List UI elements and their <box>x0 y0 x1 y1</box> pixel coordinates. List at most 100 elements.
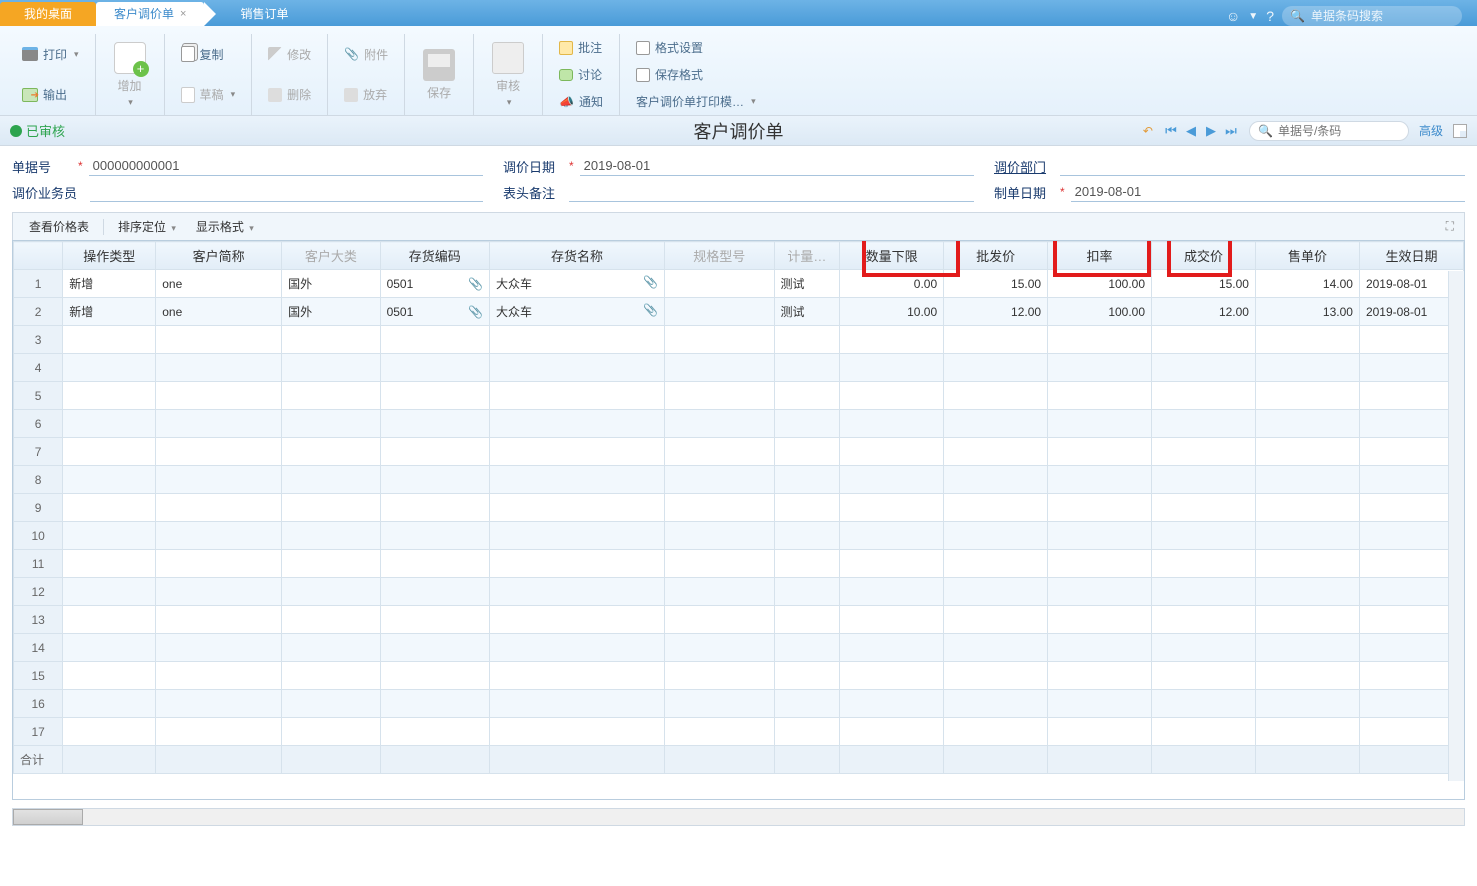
title-bar: 已审核 客户调价单 ↶ ⏮ ◀ ▶ ⏭ 🔍 高级 <box>0 116 1477 146</box>
table-row[interactable]: 9 <box>14 494 1464 522</box>
scrollbar-thumb[interactable] <box>13 809 83 825</box>
export-icon: ➔ <box>22 88 38 102</box>
notify-button[interactable]: 📣通知 <box>553 90 609 113</box>
col-dealprice[interactable]: 成交价 <box>1152 242 1256 270</box>
col-unit[interactable]: 计量… <box>774 242 840 270</box>
undo-icon[interactable]: ↶ <box>1143 124 1153 138</box>
advanced-link[interactable]: 高级 <box>1419 122 1443 139</box>
grid-icon[interactable] <box>1453 124 1467 138</box>
save-format-button[interactable]: 保存格式 <box>630 63 762 86</box>
col-stockcode[interactable]: 存货编码 <box>380 242 489 270</box>
col-rownum[interactable] <box>14 242 63 270</box>
nav-next-icon[interactable]: ▶ <box>1203 123 1219 139</box>
attachment-button[interactable]: 📎附件 <box>338 43 394 66</box>
col-wholesale[interactable]: 批发价 <box>944 242 1048 270</box>
table-row[interactable]: 6 <box>14 410 1464 438</box>
barcode-search[interactable]: 🔍 <box>1282 6 1462 26</box>
batch-note-button[interactable]: 批注 <box>553 36 609 59</box>
chevron-down-icon: ▾ <box>74 49 79 60</box>
col-custclass[interactable]: 客户大类 <box>282 242 380 270</box>
paperclip-icon[interactable]: 📎 <box>643 275 658 289</box>
table-row[interactable]: 10 <box>14 522 1464 550</box>
search-icon: 🔍 <box>1290 9 1305 23</box>
bill-search-input[interactable] <box>1278 124 1400 138</box>
tab-desktop[interactable]: 我的桌面 <box>0 2 96 26</box>
copy-button[interactable]: 复制 <box>175 43 242 66</box>
table-row[interactable]: 2新增one国外0501📎大众车📎测试10.0012.00100.0012.00… <box>14 298 1464 326</box>
tab-label: 客户调价单 <box>114 2 174 26</box>
help-icon[interactable]: ? <box>1266 8 1274 24</box>
discuss-button[interactable]: 讨论 <box>553 63 609 86</box>
table-row[interactable]: 12 <box>14 578 1464 606</box>
delete-button[interactable]: 删除 <box>262 83 317 106</box>
nav-first-icon[interactable]: ⏮ <box>1163 123 1179 139</box>
format-settings-button[interactable]: 格式设置 <box>630 36 762 59</box>
add-button[interactable]: + 增加 ▾ <box>106 40 154 110</box>
field-make-date: 制单日期* <box>994 182 1465 202</box>
abandon-button[interactable]: 放弃 <box>338 83 394 106</box>
paperclip-icon[interactable]: 📎 <box>468 277 483 291</box>
table-row[interactable]: 5 <box>14 382 1464 410</box>
table-row[interactable]: 17 <box>14 718 1464 746</box>
table-row[interactable]: 4 <box>14 354 1464 382</box>
export-button[interactable]: ➔输出 <box>16 83 85 106</box>
billno-input[interactable] <box>89 156 483 176</box>
data-table: 操作类型 客户简称 客户大类 存货编码 存货名称 规格型号 计量… 数量下限 批… <box>13 241 1464 774</box>
chevron-down-icon: ▾ <box>507 97 512 108</box>
audit-button[interactable]: 审核 ▾ <box>484 40 532 110</box>
field-header-note: 表头备注 <box>503 182 974 202</box>
modify-button[interactable]: 修改 <box>262 43 317 66</box>
display-format-button[interactable]: 显示格式 ▾ <box>190 218 260 235</box>
table-row[interactable]: 8 <box>14 466 1464 494</box>
col-retail[interactable]: 售单价 <box>1255 242 1359 270</box>
dept-link[interactable]: 调价部门 <box>994 157 1054 176</box>
chevron-down-icon[interactable]: ▼ <box>1248 11 1258 22</box>
check-circle-icon <box>10 125 22 137</box>
save-format-icon <box>636 68 650 82</box>
col-stockname[interactable]: 存货名称 <box>490 242 665 270</box>
delete-icon <box>268 88 282 102</box>
expand-icon[interactable]: ⛶ <box>1446 219 1454 234</box>
close-icon[interactable]: × <box>180 2 186 26</box>
table-row[interactable]: 11 <box>14 550 1464 578</box>
salesman-input[interactable] <box>90 182 483 202</box>
print-template-button[interactable]: 客户调价单打印模…▾ <box>630 90 762 113</box>
add-icon: + <box>114 42 146 74</box>
table-sub-toolbar: 查看价格表 排序定位 ▾ 显示格式 ▾ ⛶ <box>12 212 1465 240</box>
view-price-button[interactable]: 查看价格表 <box>23 218 95 235</box>
table-row[interactable]: 1新增one国外0501📎大众车📎测试0.0015.00100.0015.001… <box>14 270 1464 298</box>
tab-customer-price[interactable]: 客户调价单 × <box>96 2 204 26</box>
table-row[interactable]: 3 <box>14 326 1464 354</box>
col-discount[interactable]: 扣率 <box>1048 242 1152 270</box>
col-custshort[interactable]: 客户简称 <box>156 242 282 270</box>
header-note-input[interactable] <box>569 182 974 202</box>
adjust-date-input[interactable] <box>580 156 974 176</box>
col-effectdate[interactable]: 生效日期 <box>1359 242 1463 270</box>
vertical-scrollbar[interactable] <box>1448 271 1464 781</box>
table-row[interactable]: 14 <box>14 634 1464 662</box>
tab-sales-order[interactable]: 销售订单 <box>222 2 306 26</box>
megaphone-icon: 📣 <box>559 95 574 109</box>
draft-button[interactable]: 草稿▾ <box>175 83 242 106</box>
table-row[interactable]: 15 <box>14 662 1464 690</box>
table-row[interactable]: 13 <box>14 606 1464 634</box>
table-row[interactable]: 16 <box>14 690 1464 718</box>
make-date-input[interactable] <box>1071 182 1465 202</box>
sort-locate-button[interactable]: 排序定位 ▾ <box>112 218 182 235</box>
nav-last-icon[interactable]: ⏭ <box>1223 123 1239 139</box>
barcode-search-input[interactable] <box>1311 9 1454 23</box>
save-button[interactable]: 保存 <box>415 47 463 103</box>
table-row[interactable]: 7 <box>14 438 1464 466</box>
col-spec[interactable]: 规格型号 <box>665 242 774 270</box>
paperclip-icon[interactable]: 📎 <box>468 305 483 319</box>
horizontal-scrollbar[interactable] <box>12 808 1465 826</box>
nav-prev-icon[interactable]: ◀ <box>1183 123 1199 139</box>
col-optype[interactable]: 操作类型 <box>63 242 156 270</box>
format-icon <box>636 41 650 55</box>
dept-input[interactable] <box>1060 156 1465 176</box>
col-qtylower[interactable]: 数量下限 <box>840 242 944 270</box>
bill-search[interactable]: 🔍 <box>1249 121 1409 141</box>
print-button[interactable]: 打印▾ <box>16 43 85 66</box>
smile-icon[interactable]: ☺ <box>1226 8 1240 24</box>
paperclip-icon[interactable]: 📎 <box>643 303 658 317</box>
